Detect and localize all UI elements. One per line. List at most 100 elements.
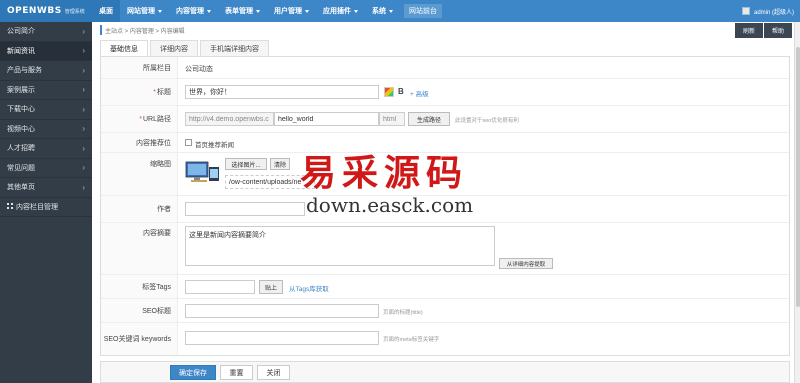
caret-down-icon [354, 9, 358, 13]
top-bar: OPENWBS 管理系统 桌面 网站管理 内容管理 表单管理 用户管理 应用插件… [0, 0, 800, 22]
sidebar: 公司简介 › 新闻资讯 › 产品与服务 › 案例展示 › 下载中心 › 视频中心 › 人才招… [0, 22, 92, 383]
row-seo-keywords: SEO关键词 keywords 页面的meta标签关键字 [101, 323, 789, 355]
close-button[interactable]: 关闭 [257, 365, 290, 380]
caret-down-icon [389, 9, 393, 13]
user-name: admin (超级人) [753, 9, 794, 16]
category-label: 所属栏目 [101, 57, 178, 78]
tab-mobile-content[interactable]: 手机端详细内容 [200, 40, 269, 56]
category-value: 公司动态 [185, 66, 213, 73]
seo-title-hint: 页面的标题(title) [383, 310, 423, 316]
row-title: *标题 B + 高级 [101, 79, 789, 106]
refresh-button[interactable]: 刷新 [734, 23, 763, 38]
advanced-link[interactable]: + 高级 [410, 88, 429, 98]
paste-tags-button[interactable]: 贴上 [259, 280, 283, 294]
caret-down-icon [158, 9, 162, 13]
chevron-right-icon: › [82, 46, 85, 56]
reset-button[interactable]: 重置 [220, 365, 253, 380]
chevron-right-icon: › [82, 26, 85, 36]
seo-keywords-input[interactable] [185, 331, 379, 345]
row-thumbnail: 缩略图 选择图片... 清除 [101, 153, 789, 196]
chevron-right-icon: › [82, 124, 85, 134]
row-summary: 内容摘要 这里是新闻内容摘要简介 从详细内容提取 [101, 223, 789, 275]
clear-image-button[interactable]: 清除 [270, 158, 290, 170]
caret-down-icon [305, 9, 309, 13]
row-category: 所属栏目 公司动态 [101, 57, 789, 79]
extract-summary-button[interactable]: 从详细内容提取 [499, 258, 553, 269]
choose-image-button[interactable]: 选择图片... [225, 158, 267, 170]
sidebar-item-products[interactable]: 产品与服务 › [0, 61, 92, 81]
tab-basic-info[interactable]: 基础信息 [100, 40, 148, 56]
tab-bar: 基础信息 详细内容 手机端详细内容 [100, 40, 271, 56]
logo[interactable]: OPENWBS 管理系统 [0, 0, 92, 22]
recommend-option-label: 首页推荐新闻 [195, 142, 234, 149]
nav-form-management[interactable]: 表单管理 [218, 0, 267, 22]
thumbnail-path-input[interactable] [225, 175, 315, 189]
breadcrumb: 主站点 > 内容管理 > 内容编辑 [100, 25, 185, 35]
nav-content-management[interactable]: 内容管理 [169, 0, 218, 22]
help-button[interactable]: 帮助 [763, 23, 792, 38]
main-nav: 桌面 网站管理 内容管理 表单管理 用户管理 应用插件 系统 网站前台 [92, 0, 442, 22]
nav-user-management[interactable]: 用户管理 [267, 0, 316, 22]
url-prefix-field [185, 112, 274, 126]
sidebar-item-column-management[interactable]: 内容栏目管理 [0, 198, 92, 217]
row-seo-title: SEO标题 页面的标题(title) [101, 299, 789, 323]
nav-site-frontend[interactable]: 网站前台 [404, 4, 442, 18]
sidebar-item-jobs[interactable]: 人才招聘 › [0, 139, 92, 159]
title-input[interactable] [185, 85, 379, 99]
chevron-right-icon: › [82, 104, 85, 114]
logo-subtitle: 管理系统 [64, 8, 85, 15]
tags-input[interactable] [185, 280, 255, 294]
seo-title-input[interactable] [185, 304, 379, 318]
sidebar-item-other-pages[interactable]: 其他单页 › [0, 178, 92, 198]
caret-down-icon [256, 9, 260, 13]
color-picker-icon[interactable] [384, 87, 394, 97]
title-label: * 标题 [101, 79, 178, 105]
chevron-right-icon: › [82, 182, 85, 192]
sidebar-item-faq[interactable]: 常见问题 › [0, 159, 92, 178]
save-button[interactable]: 确定保存 [170, 365, 216, 380]
chevron-right-icon: › [82, 143, 85, 153]
row-author: 作者 [101, 196, 789, 223]
sidebar-item-videos[interactable]: 视频中心 › [0, 120, 92, 139]
row-url: *URL路径 生成路径 此设置对于seo优化很有利 [101, 106, 789, 133]
row-recommend: 内容推荐位 首页推荐新闻 [101, 133, 789, 153]
user-menu[interactable]: admin (超级人) [741, 0, 794, 22]
avatar [741, 7, 750, 15]
scrollbar-thumb[interactable] [796, 47, 800, 307]
nav-system[interactable]: 系统 [365, 0, 400, 22]
toolbar: 刷新 帮助 [734, 23, 792, 38]
bold-toggle[interactable]: B [398, 87, 404, 96]
seo-keywords-hint: 页面的meta标签关键字 [383, 337, 440, 343]
logo-text: OPENWBS [7, 6, 62, 16]
url-slug-input[interactable] [274, 112, 379, 126]
tags-library-link[interactable]: 从Tags库获取 [289, 283, 329, 293]
nav-site-management[interactable]: 网站管理 [120, 0, 169, 22]
recommend-label: 内容推荐位 [101, 133, 178, 152]
thumbnail-preview-icon [185, 159, 221, 185]
tags-label: 标签Tags [101, 275, 178, 298]
summary-textarea[interactable]: 这里是新闻内容摘要简介 [185, 226, 495, 266]
tab-detail-content[interactable]: 详细内容 [150, 40, 198, 56]
generate-path-button[interactable]: 生成路径 [408, 112, 450, 126]
edit-form: 所属栏目 公司动态 *标题 B + 高级 *URL路径 生成路径 此设置对于 [100, 56, 790, 356]
sidebar-item-cases[interactable]: 案例展示 › [0, 81, 92, 100]
nav-desktop[interactable]: 桌面 [92, 0, 120, 22]
sidebar-item-news[interactable]: 新闻资讯 › [0, 41, 92, 61]
caret-down-icon [207, 9, 211, 13]
main-content: 主站点 > 内容管理 > 内容编辑 刷新 帮助 基础信息 详细内容 手机端详细内… [92, 22, 800, 383]
author-input[interactable] [185, 202, 305, 216]
thumbnail-label: 缩略图 [101, 153, 178, 195]
summary-label: 内容摘要 [101, 223, 178, 274]
seo-keywords-label: SEO关键词 keywords [101, 323, 178, 355]
sidebar-item-company-profile[interactable]: 公司简介 › [0, 22, 92, 42]
seo-title-label: SEO标题 [101, 299, 178, 322]
url-hint: 此设置对于seo优化很有利 [455, 118, 519, 124]
recommend-checkbox[interactable] [185, 139, 192, 146]
author-label: 作者 [101, 196, 178, 222]
page-scrollbar[interactable] [794, 22, 800, 383]
nav-plugins[interactable]: 应用插件 [316, 0, 365, 22]
url-label: * URL路径 [101, 106, 178, 132]
chevron-right-icon: › [82, 163, 85, 173]
sidebar-item-downloads[interactable]: 下载中心 › [0, 100, 92, 120]
form-footer: 确定保存 重置 关闭 [100, 361, 790, 383]
